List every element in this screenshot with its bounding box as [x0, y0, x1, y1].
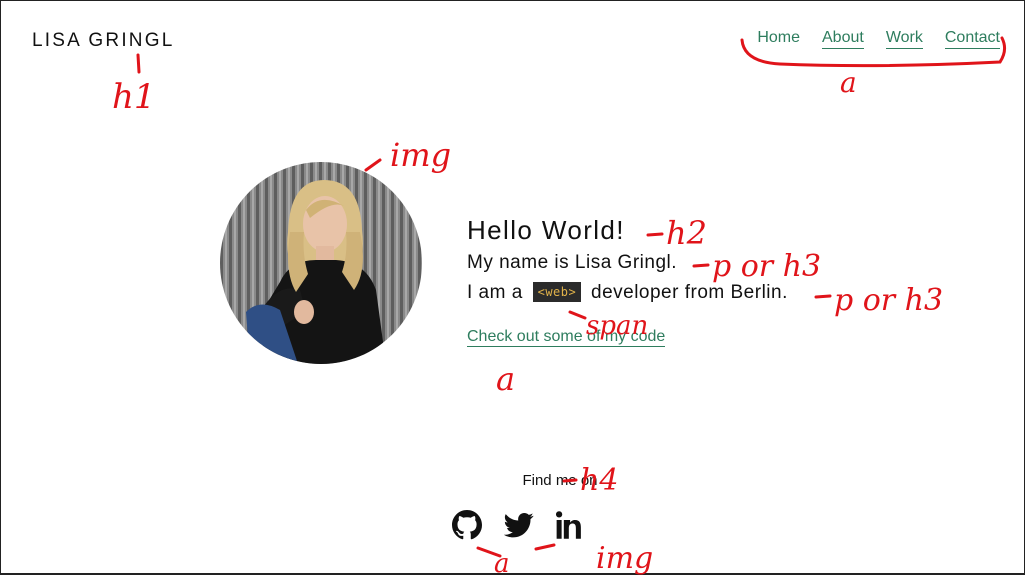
nav-work[interactable]: Work — [885, 29, 923, 49]
social-links — [452, 510, 586, 540]
web-tag: <web> — [532, 282, 582, 302]
hero-role-line: I am a <web> developer from Berlin. — [467, 282, 788, 304]
linkedin-link[interactable] — [556, 510, 586, 540]
site-logo[interactable]: LISA GRINGL — [32, 30, 174, 52]
twitter-icon — [503, 513, 534, 538]
code-link[interactable]: Check out some of my code — [467, 328, 666, 347]
main-nav: Home About Work Contact — [735, 29, 1000, 49]
role-prefix: I am a — [467, 282, 523, 303]
hero-name-line: My name is Lisa Gringl. — [467, 252, 678, 273]
nav-contact[interactable]: Contact — [944, 29, 1000, 49]
role-suffix: developer from Berlin. — [591, 282, 788, 303]
nav-home[interactable]: Home — [757, 29, 800, 49]
hero-heading: Hello World! — [467, 215, 625, 245]
twitter-link[interactable] — [503, 510, 534, 540]
find-me-heading: Find me on — [522, 472, 598, 489]
github-icon — [452, 510, 482, 540]
linkedin-icon — [556, 511, 581, 539]
nav-about[interactable]: About — [822, 29, 864, 49]
github-link[interactable] — [452, 510, 482, 540]
profile-photo — [220, 162, 422, 364]
hero-section: Hello World! My name is Lisa Gringl. I a… — [467, 215, 788, 347]
